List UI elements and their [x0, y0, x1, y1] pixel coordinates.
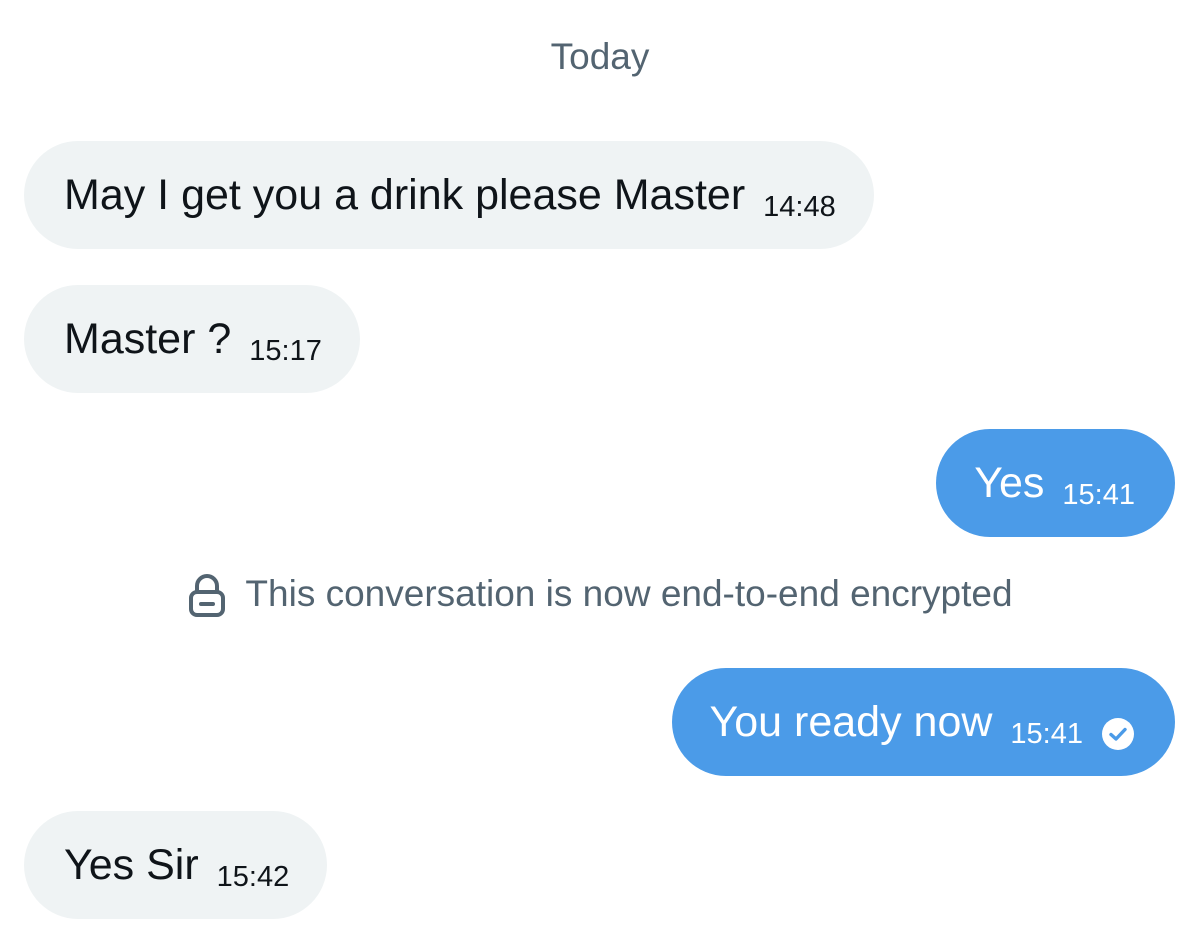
message-text: May I get you a drink please Master	[64, 170, 746, 219]
message-text: Yes	[974, 458, 1045, 507]
message-bubble-outgoing[interactable]: You ready now 15:41	[671, 668, 1175, 776]
message-bubble-incoming[interactable]: Master ? 15:17	[24, 285, 360, 393]
encryption-notice-text: This conversation is now end-to-end encr…	[245, 573, 1013, 614]
message-timestamp: 14:48	[763, 190, 836, 223]
message-timestamp: 15:17	[249, 334, 322, 367]
date-divider: Today	[550, 36, 650, 77]
message-text: Yes Sir	[64, 840, 199, 889]
read-check-icon	[1101, 717, 1135, 751]
message-bubble-outgoing[interactable]: Yes 15:41	[936, 429, 1175, 537]
message-bubble-incoming[interactable]: May I get you a drink please Master 14:4…	[24, 141, 874, 249]
message-text: Master ?	[64, 314, 232, 363]
message-bubble-incoming[interactable]: Yes Sir 15:42	[24, 811, 328, 919]
message-timestamp: 15:41	[1010, 717, 1083, 750]
message-timestamp: 15:41	[1062, 478, 1135, 511]
message-timestamp: 15:42	[216, 860, 290, 893]
encryption-notice: This conversation is now end-to-end encr…	[0, 572, 1200, 618]
message-text: You ready now	[709, 697, 993, 746]
lock-icon	[187, 574, 227, 618]
